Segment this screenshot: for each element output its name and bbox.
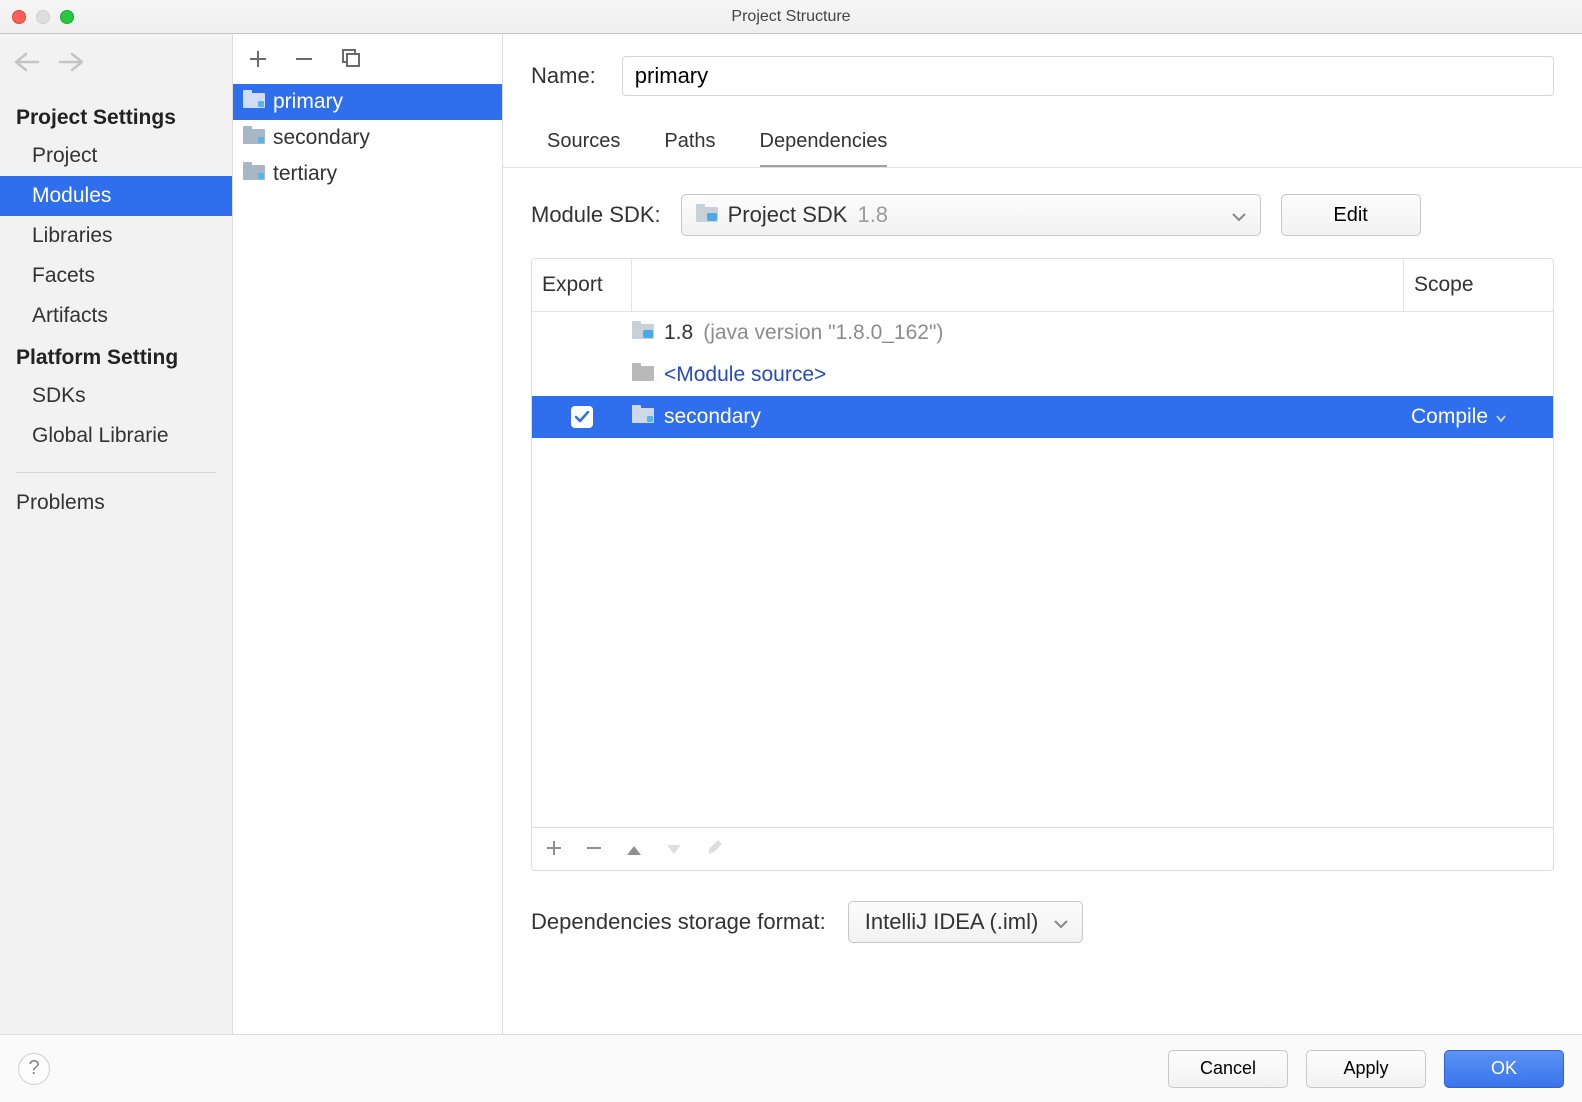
remove-module-icon[interactable] — [295, 48, 313, 74]
tab-paths[interactable]: Paths — [664, 130, 715, 168]
window-titlebar: Project Structure — [0, 0, 1582, 34]
nav-back-icon[interactable] — [14, 52, 40, 78]
edit-dependency-icon[interactable] — [706, 836, 722, 862]
window-title: Project Structure — [0, 8, 1582, 26]
sidebar-item-global-libraries[interactable]: Global Librarie — [0, 416, 232, 456]
sidebar-item-artifacts[interactable]: Artifacts — [0, 296, 232, 336]
dependency-row-module-source[interactable]: <Module source> — [532, 354, 1553, 396]
module-sdk-label: Module SDK: — [531, 202, 661, 228]
module-folder-icon — [243, 126, 265, 150]
window-zoom-button[interactable] — [60, 10, 74, 24]
sidebar-item-problems[interactable]: Problems — [0, 483, 232, 523]
col-header-name[interactable] — [632, 259, 1403, 311]
module-folder-icon — [243, 162, 265, 186]
move-down-icon[interactable] — [666, 836, 682, 862]
source-folder-icon — [632, 363, 654, 387]
storage-format-label: Dependencies storage format: — [531, 909, 826, 935]
sidebar-item-project[interactable]: Project — [0, 136, 232, 176]
add-dependency-icon[interactable] — [546, 836, 562, 862]
dependency-row-sdk[interactable]: 1.8 (java version "1.8.0_162") — [532, 312, 1553, 354]
dependencies-table: Export Scope 1.8 (java version "1.8.0_16… — [531, 258, 1554, 828]
dependency-row-secondary[interactable]: secondary Compile — [532, 396, 1553, 438]
module-folder-icon — [632, 405, 654, 429]
module-name-input[interactable] — [622, 56, 1554, 96]
module-item-label: secondary — [273, 126, 370, 150]
tab-dependencies[interactable]: Dependencies — [760, 130, 888, 168]
sdk-icon — [696, 202, 718, 228]
module-sdk-select[interactable]: Project SDK 1.8 — [681, 194, 1261, 236]
copy-module-icon[interactable] — [341, 48, 361, 74]
nav-forward-icon[interactable] — [58, 52, 84, 78]
sidebar-item-facets[interactable]: Facets — [0, 256, 232, 296]
sidebar-item-sdks[interactable]: SDKs — [0, 376, 232, 416]
module-list-pane: primary secondary tertiary — [233, 34, 503, 1034]
dependency-name: 1.8 — [664, 321, 693, 345]
dependency-name: secondary — [664, 405, 761, 429]
module-item-tertiary[interactable]: tertiary — [233, 156, 502, 192]
storage-format-value: IntelliJ IDEA (.iml) — [865, 909, 1039, 935]
sidebar-item-libraries[interactable]: Libraries — [0, 216, 232, 256]
chevron-down-icon — [1496, 405, 1506, 429]
move-up-icon[interactable] — [626, 836, 642, 862]
ok-button[interactable]: OK — [1444, 1050, 1564, 1088]
chevron-down-icon — [1054, 909, 1068, 935]
apply-button[interactable]: Apply — [1306, 1050, 1426, 1088]
sidebar-divider — [16, 472, 216, 473]
module-detail-pane: Name: Sources Paths Dependencies Module … — [503, 34, 1582, 1034]
help-button[interactable]: ? — [18, 1053, 50, 1085]
sidebar-section-project-settings: Project Settings — [0, 96, 232, 136]
dialog-footer: ? Cancel Apply OK — [0, 1034, 1582, 1102]
dependencies-table-header: Export Scope — [532, 259, 1553, 312]
cancel-button[interactable]: Cancel — [1168, 1050, 1288, 1088]
window-close-button[interactable] — [12, 10, 26, 24]
sdk-version: 1.8 — [857, 202, 888, 228]
settings-sidebar: Project Settings Project Modules Librari… — [0, 34, 233, 1034]
sidebar-item-modules[interactable]: Modules — [0, 176, 232, 216]
sdk-edit-button[interactable]: Edit — [1281, 194, 1421, 236]
module-folder-icon — [243, 90, 265, 114]
dependency-name: <Module source> — [664, 363, 826, 387]
tab-sources[interactable]: Sources — [547, 130, 620, 168]
chevron-down-icon — [1232, 202, 1246, 228]
module-item-secondary[interactable]: secondary — [233, 120, 502, 156]
dependencies-toolbar — [531, 828, 1554, 871]
add-module-icon[interactable] — [249, 48, 267, 74]
sdk-folder-icon — [632, 321, 654, 345]
module-item-label: primary — [273, 90, 343, 114]
module-item-primary[interactable]: primary — [233, 84, 502, 120]
sidebar-section-platform-settings: Platform Setting — [0, 336, 232, 376]
module-name-label: Name: — [531, 63, 596, 89]
scope-value: Compile — [1411, 405, 1488, 429]
storage-format-select[interactable]: IntelliJ IDEA (.iml) — [848, 901, 1084, 943]
module-item-label: tertiary — [273, 162, 337, 186]
col-header-scope[interactable]: Scope — [1403, 259, 1553, 311]
window-minimize-button[interactable] — [36, 10, 50, 24]
col-header-export[interactable]: Export — [532, 259, 632, 311]
dependency-scope-select[interactable]: Compile — [1403, 405, 1553, 429]
dependency-detail: (java version "1.8.0_162") — [703, 321, 943, 345]
sdk-value: Project SDK — [728, 202, 848, 228]
remove-dependency-icon[interactable] — [586, 836, 602, 862]
export-checkbox[interactable] — [571, 406, 593, 428]
module-tabs: Sources Paths Dependencies — [503, 96, 1582, 168]
